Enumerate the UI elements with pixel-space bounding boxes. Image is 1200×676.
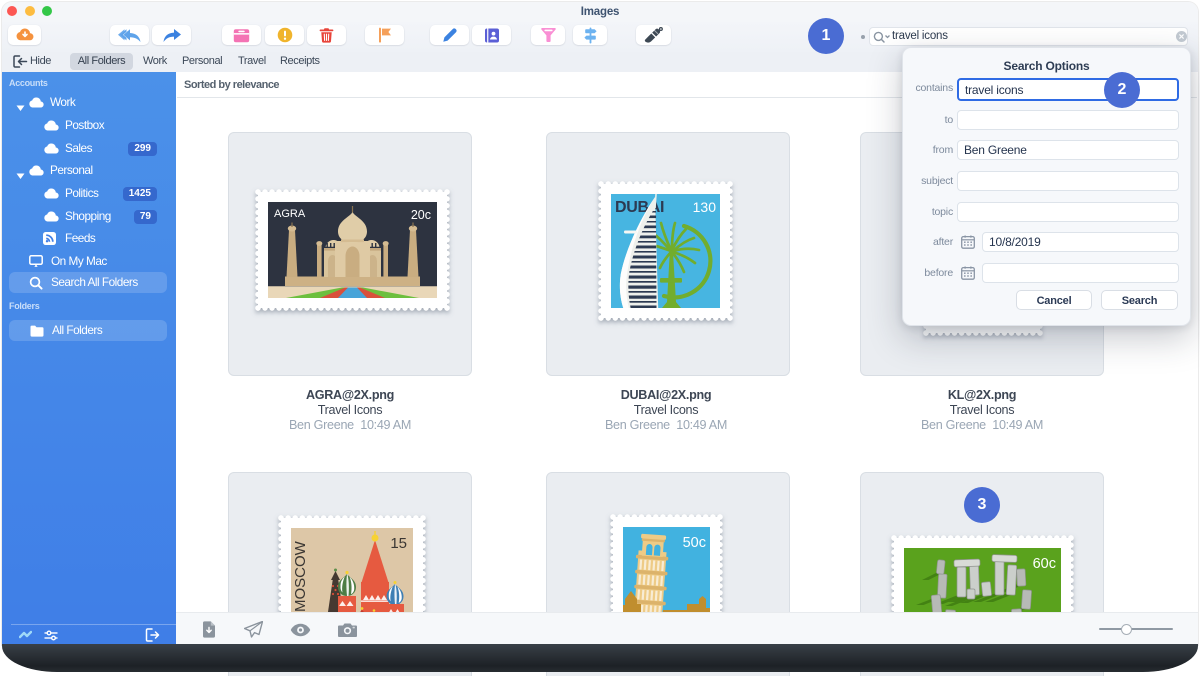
svg-text:MOSCOW: MOSCOW xyxy=(292,540,309,612)
svg-text:DUBAI: DUBAI xyxy=(615,199,664,216)
svg-text:20c: 20c xyxy=(411,208,431,222)
svg-text:15: 15 xyxy=(390,535,407,552)
svg-text:130: 130 xyxy=(693,199,717,215)
svg-text:AGRA: AGRA xyxy=(274,208,306,220)
svg-text:50c: 50c xyxy=(683,535,706,551)
svg-text:60c: 60c xyxy=(1033,556,1056,572)
